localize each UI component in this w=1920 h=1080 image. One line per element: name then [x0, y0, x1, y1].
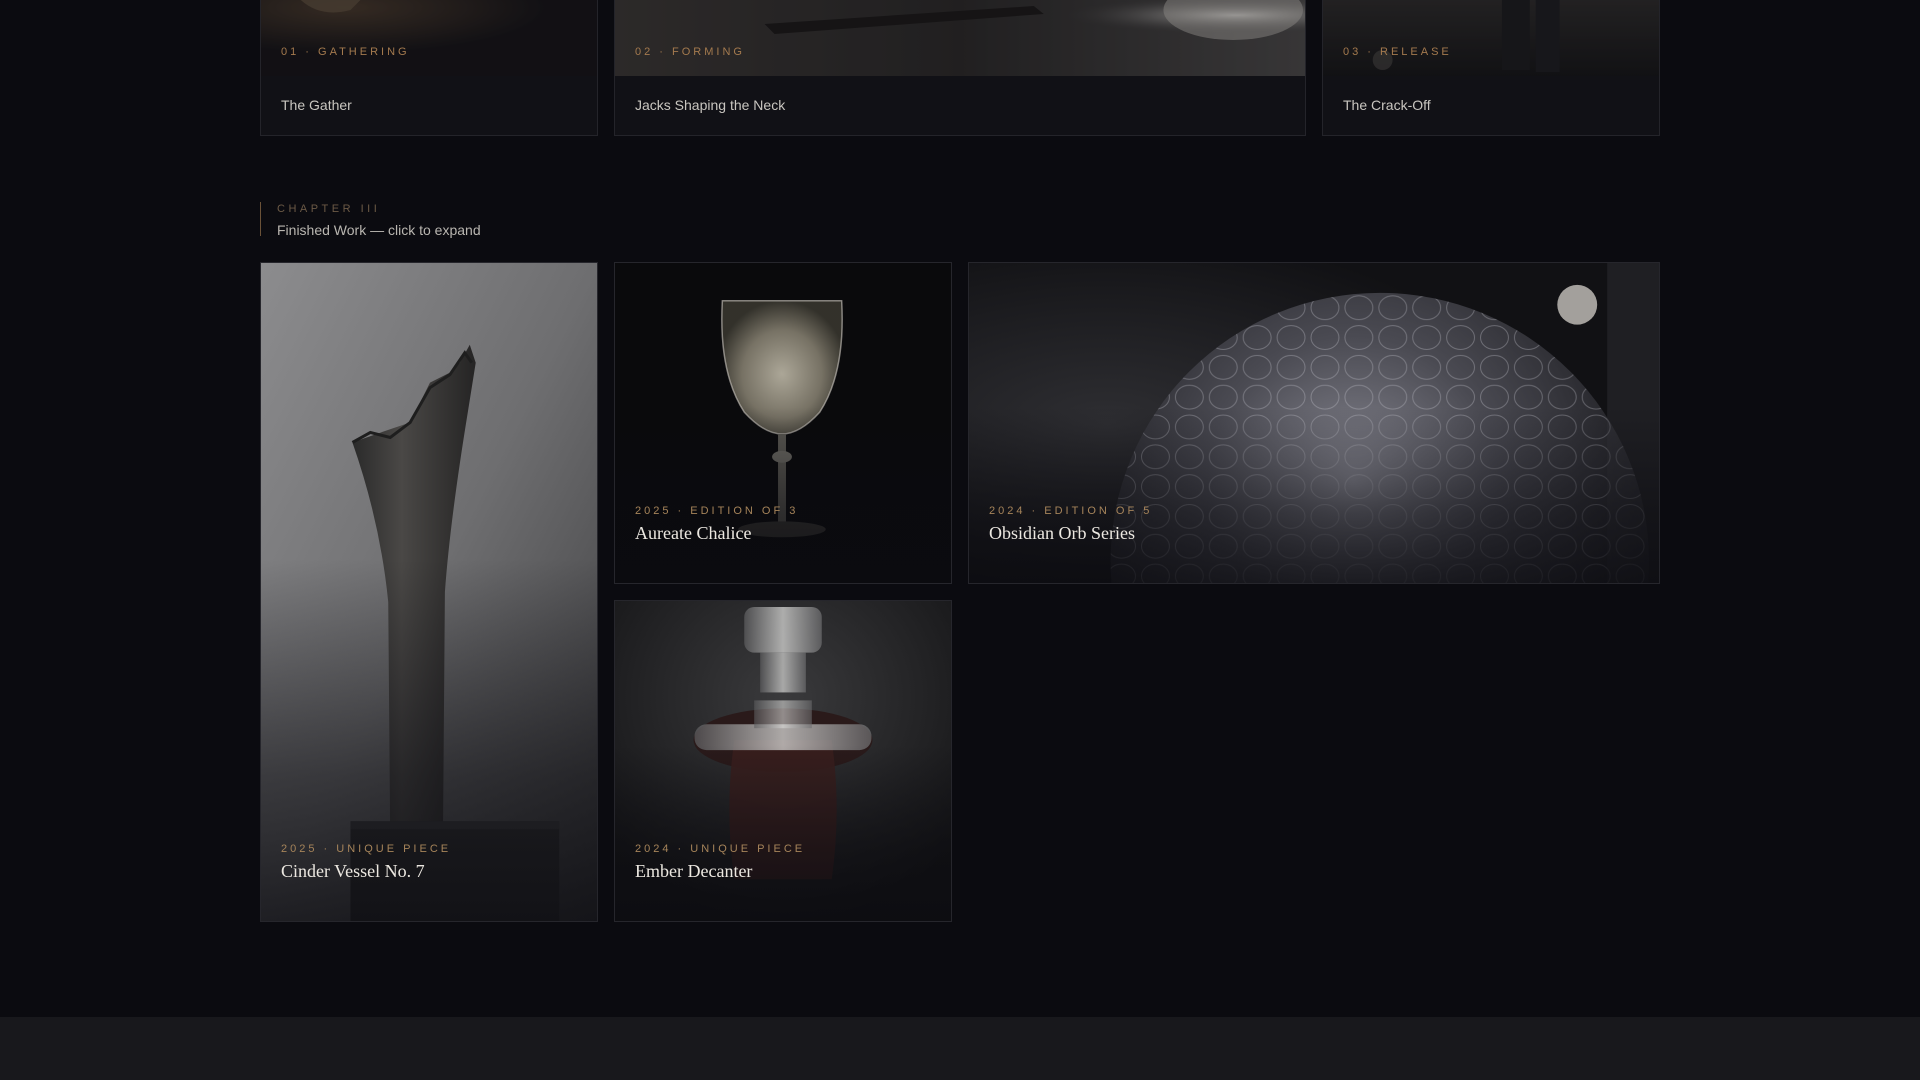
- work-meta: 2024 · EDITION OF 5: [989, 505, 1153, 517]
- page: 01 · GATHERING The Gather 02 · FORMING J…: [0, 0, 1920, 1080]
- process-step-label: 03 · RELEASE: [1343, 46, 1452, 58]
- work-title: Obsidian Orb Series: [989, 523, 1135, 543]
- process-image-release: [1323, 0, 1659, 76]
- process-card-release[interactable]: 03 · RELEASE The Crack-Off: [1322, 0, 1660, 136]
- chapter-subtitle: Finished Work — click to expand: [277, 222, 481, 238]
- process-title: The Crack-Off: [1343, 97, 1431, 113]
- process-card-gathering[interactable]: 01 · GATHERING The Gather: [260, 0, 598, 136]
- process-image-gathering: [261, 0, 597, 76]
- work-meta: 2025 · EDITION OF 3: [635, 505, 799, 517]
- process-title: The Gather: [281, 97, 352, 113]
- process-step-label: 02 · FORMING: [635, 46, 745, 58]
- work-meta: 2025 · UNIQUE PIECE: [281, 843, 452, 855]
- card-shade: [615, 407, 951, 583]
- process-card-forming[interactable]: 02 · FORMING Jacks Shaping the Neck: [614, 0, 1306, 136]
- chapter-header: CHAPTER III Finished Work — click to exp…: [260, 202, 481, 238]
- work-meta: 2024 · UNIQUE PIECE: [635, 843, 806, 855]
- work-card-cinder-vessel[interactable]: 2025 · UNIQUE PIECE Cinder Vessel No. 7: [260, 262, 598, 922]
- card-shade: [969, 407, 1659, 583]
- process-title: Jacks Shaping the Neck: [635, 97, 786, 113]
- footer-band: [0, 1017, 1920, 1080]
- work-title: Aureate Chalice: [635, 523, 752, 543]
- chapter-label: CHAPTER III: [277, 203, 381, 215]
- work-title: Cinder Vessel No. 7: [281, 861, 425, 881]
- work-card-obsidian-orb[interactable]: 2024 · EDITION OF 5 Obsidian Orb Series: [968, 262, 1660, 584]
- work-title: Ember Decanter: [635, 861, 753, 881]
- card-shade: [615, 745, 951, 921]
- work-card-aureate-chalice[interactable]: 2025 · EDITION OF 3 Aureate Chalice: [614, 262, 952, 584]
- work-card-ember-decanter[interactable]: 2024 · UNIQUE PIECE Ember Decanter: [614, 600, 952, 922]
- process-image-forming: [615, 0, 1305, 76]
- process-step-label: 01 · GATHERING: [281, 46, 410, 58]
